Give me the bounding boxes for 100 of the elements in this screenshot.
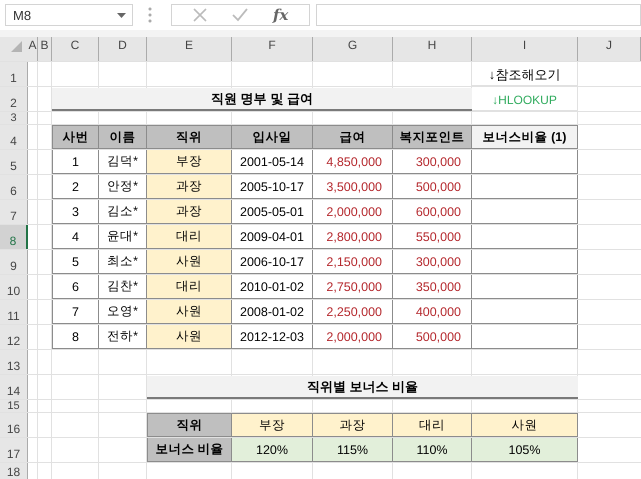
column-heading: 직위 <box>147 125 232 149</box>
table-cell: 300,000 <box>393 150 472 174</box>
table-cell: 105% <box>472 438 578 462</box>
table-cell: 500,000 <box>393 325 472 349</box>
column-header[interactable]: B <box>38 37 52 61</box>
table-cell: 윤대* <box>99 225 147 249</box>
table-cell: 2001-05-14 <box>232 150 313 174</box>
table-cell: 120% <box>232 438 313 462</box>
table-cell: 2012-12-03 <box>232 325 313 349</box>
column-heading: 사번 <box>52 125 99 149</box>
table-cell: 2010-01-02 <box>232 275 313 299</box>
table-cell: 550,000 <box>393 225 472 249</box>
table-cell: 500,000 <box>393 175 472 199</box>
dropdown-icon[interactable] <box>117 12 126 18</box>
row-header[interactable]: 13 <box>0 350 28 374</box>
table-title: 직위별 보너스 비율 <box>147 376 578 399</box>
column-heading: 복지포인트 <box>393 125 472 149</box>
table-cell: 과장 <box>147 200 232 224</box>
row-header[interactable]: 14 <box>0 375 28 399</box>
column-heading: 입사일 <box>232 125 313 149</box>
table-cell: 3 <box>52 200 99 224</box>
column-header[interactable]: G <box>313 37 393 61</box>
table-cell: 오영* <box>99 300 147 324</box>
table-cell: 사원 <box>147 325 232 349</box>
row-header[interactable]: 18 <box>0 463 28 479</box>
table-cell: 2,750,000 <box>313 275 393 299</box>
column-header[interactable]: J <box>578 37 641 61</box>
name-box[interactable]: M8 <box>5 4 133 26</box>
table-cell: 2,000,000 <box>313 200 393 224</box>
table-cell: 2008-01-02 <box>232 300 313 324</box>
row-header[interactable]: 4 <box>0 125 28 149</box>
row-header[interactable]: 11 <box>0 300 28 324</box>
formula-input-field[interactable] <box>316 4 641 26</box>
row-header[interactable]: 10 <box>0 275 28 299</box>
column-heading: 이름 <box>99 125 147 149</box>
table-cell: 2005-05-01 <box>232 200 313 224</box>
check-icon[interactable] <box>232 8 248 22</box>
row-heading: 보너스 비율 <box>147 438 232 462</box>
table-cell: 부장 <box>232 413 313 437</box>
table-cell: 4,850,000 <box>313 150 393 174</box>
column-header[interactable]: E <box>147 37 232 61</box>
table-cell: 안정* <box>99 175 147 199</box>
row-header[interactable]: 8 <box>0 225 28 249</box>
row-header[interactable]: 17 <box>0 438 28 462</box>
row-header[interactable]: 6 <box>0 175 28 199</box>
row-header[interactable]: 3 <box>0 112 28 124</box>
vertical-dots-icon[interactable] <box>148 7 152 23</box>
table-cell: 2009-04-01 <box>232 225 313 249</box>
table-cell: 1 <box>52 150 99 174</box>
insert-function-button[interactable]: fx <box>272 6 288 24</box>
table-cell: 300,000 <box>393 250 472 274</box>
column-heading: 보너스비율 (1) <box>472 125 578 149</box>
table-cell: 2005-10-17 <box>232 175 313 199</box>
table-cell: 사원 <box>472 413 578 437</box>
table-cell: 350,000 <box>393 275 472 299</box>
table-cell: 과장 <box>147 175 232 199</box>
table-cell: 2,000,000 <box>313 325 393 349</box>
row-header[interactable]: 1 <box>0 62 28 86</box>
table-cell: 6 <box>52 275 99 299</box>
table-cell: 최소* <box>99 250 147 274</box>
table-cell: 5 <box>52 250 99 274</box>
column-header[interactable]: D <box>99 37 147 61</box>
table-cell: 사원 <box>147 300 232 324</box>
cell-reference: M8 <box>13 8 32 22</box>
column-header[interactable]: H <box>393 37 472 61</box>
table-cell: 김소* <box>99 200 147 224</box>
column-header[interactable]: I <box>472 37 578 61</box>
column-heading: 급여 <box>313 125 393 149</box>
table-cell: 대리 <box>147 225 232 249</box>
table-cell: 2,250,000 <box>313 300 393 324</box>
row-header[interactable]: 15 <box>0 400 28 412</box>
note-text: ↓참조해오기 <box>472 62 578 86</box>
row-header[interactable]: 5 <box>0 150 28 174</box>
table-cell: 2006-10-17 <box>232 250 313 274</box>
row-header[interactable]: 16 <box>0 413 28 437</box>
table-cell: 2 <box>52 175 99 199</box>
row-header[interactable]: 12 <box>0 325 28 349</box>
table-cell: 과장 <box>313 413 393 437</box>
table-cell: 부장 <box>147 150 232 174</box>
table-cell: 4 <box>52 225 99 249</box>
table-cell: 김찬* <box>99 275 147 299</box>
table-cell: 115% <box>313 438 393 462</box>
row-header[interactable]: 9 <box>0 250 28 274</box>
table-cell: 3,500,000 <box>313 175 393 199</box>
row-heading: 직위 <box>147 413 232 437</box>
cancel-icon[interactable] <box>192 8 207 22</box>
table-cell: 김덕* <box>99 150 147 174</box>
column-header[interactable]: A <box>28 37 38 61</box>
column-header[interactable]: C <box>52 37 99 61</box>
table-cell: 전하* <box>99 325 147 349</box>
row-header[interactable]: 2 <box>0 87 28 111</box>
table-title: 직원 명부 및 급여 <box>52 88 472 111</box>
column-header[interactable]: F <box>232 37 313 61</box>
table-cell: 7 <box>52 300 99 324</box>
table-cell: 대리 <box>393 413 472 437</box>
table-cell: 8 <box>52 325 99 349</box>
note-text: ↓HLOOKUP <box>472 87 578 111</box>
row-header[interactable]: 7 <box>0 200 28 224</box>
table-cell: 110% <box>393 438 472 462</box>
table-cell: 600,000 <box>393 200 472 224</box>
